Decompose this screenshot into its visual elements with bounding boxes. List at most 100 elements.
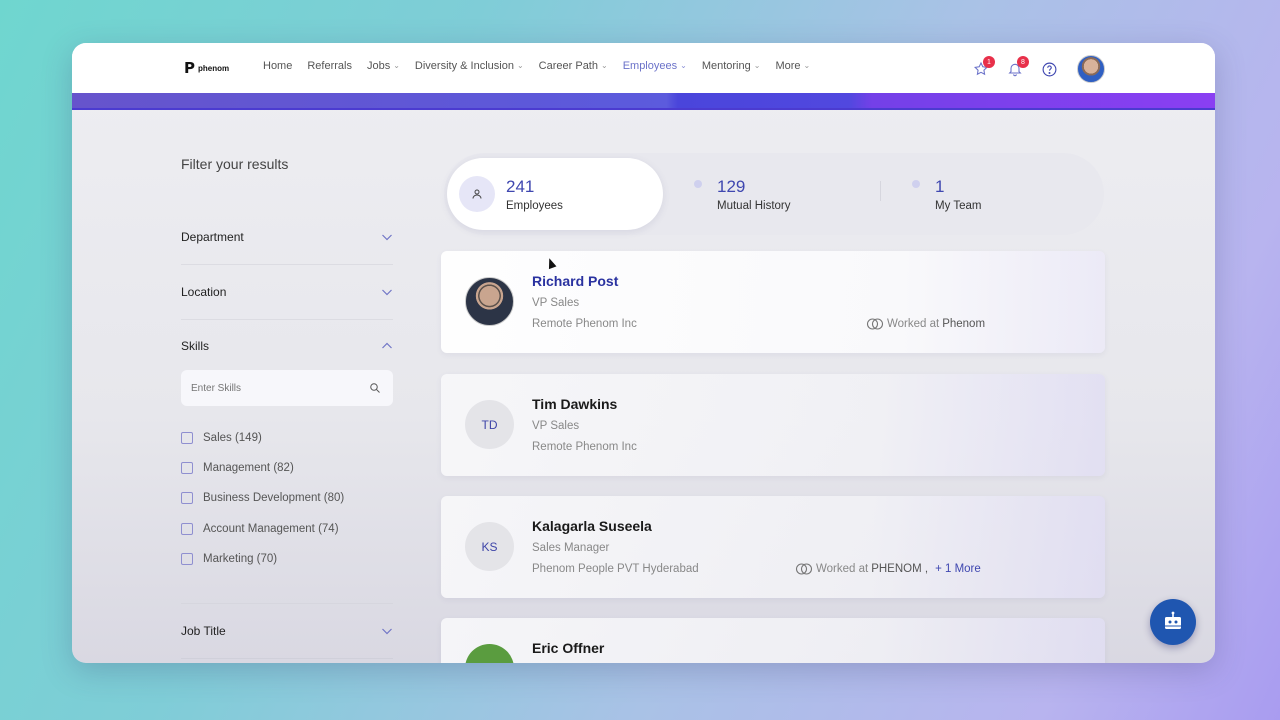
employee-company: Remote Phenom Inc	[532, 441, 637, 453]
saved-jobs-button[interactable]: 1	[971, 56, 995, 80]
phenom-logo[interactable]: P phenom	[184, 59, 229, 77]
nav-label: Diversity & Inclusion	[414, 60, 514, 72]
help-icon	[1042, 62, 1056, 76]
employee-card[interactable]: Richard Post VP Sales Remote Phenom Inc …	[441, 251, 1105, 353]
chevron-up-icon	[382, 342, 392, 349]
nav-menu: Home Referrals Jobs ⌄ Diversity & Inclusi…	[263, 60, 825, 72]
skill-label: Business Development (80)	[203, 492, 345, 505]
nav-item-jobs[interactable]: Jobs ⌄	[367, 60, 400, 72]
chevron-down-icon	[382, 234, 392, 241]
top-navigation: P phenom Home Referrals Jobs ⌄ Diversity …	[72, 43, 1215, 93]
chevron-down-icon: ⌄	[803, 60, 811, 70]
employee-title: VP Sales	[532, 420, 580, 432]
chevron-down-icon	[382, 628, 392, 635]
tab-my-team[interactable]: 1 My Team	[912, 153, 981, 235]
nav-item-mentoring[interactable]: Mentoring ⌄	[702, 60, 761, 72]
nav-item-career-path[interactable]: Career Path ⌄	[539, 60, 608, 72]
skill-option-marketing[interactable]: Marketing (70)	[181, 544, 393, 574]
checkbox[interactable]	[181, 552, 193, 565]
filter-location[interactable]: Location	[181, 265, 393, 320]
employee-card[interactable]: Eric Offner	[441, 618, 1105, 663]
tab-mutual-history[interactable]: 129 Mutual History	[694, 153, 791, 235]
employee-title: VP Sales	[532, 297, 580, 309]
chevron-down-icon: ⌄	[516, 60, 524, 70]
nav-label: Referrals	[307, 60, 352, 72]
nav-label: Home	[263, 60, 293, 72]
employee-name[interactable]: Richard Post	[532, 273, 618, 289]
logo-mark: P	[184, 59, 195, 77]
employee-name[interactable]: Tim Dawkins	[532, 396, 617, 412]
nav-item-referrals[interactable]: Referrals	[307, 60, 352, 72]
filter-label: Location	[181, 285, 227, 299]
skills-search-input[interactable]	[191, 382, 341, 394]
employee-name[interactable]: Kalagarla Suseela	[532, 518, 652, 534]
help-button[interactable]	[1039, 58, 1059, 80]
skill-option-account-management[interactable]: Account Management (74)	[181, 514, 393, 544]
nav-item-diversity-inclusion[interactable]: Diversity & Inclusion ⌄	[415, 60, 524, 72]
worked-org: Phenom	[942, 318, 986, 330]
chevron-down-icon	[382, 289, 392, 296]
user-avatar[interactable]	[1077, 55, 1105, 83]
interlinked-rings-icon	[795, 563, 813, 575]
chevron-down-icon: ⌄	[393, 60, 400, 70]
skill-label: Marketing (70)	[203, 552, 278, 565]
tab-employees[interactable]: 241 Employees	[447, 158, 663, 230]
employee-title: Sales Manager	[532, 542, 610, 554]
checkbox[interactable]	[181, 522, 193, 535]
dot-icon	[912, 180, 920, 188]
checkbox[interactable]	[181, 492, 193, 505]
search-icon[interactable]	[369, 382, 381, 394]
interlinked-rings-icon	[866, 318, 884, 330]
checkbox[interactable]	[181, 432, 193, 445]
skill-option-management[interactable]: Management (82)	[181, 453, 393, 483]
skill-label: Sales (149)	[203, 432, 262, 445]
more-companies-link[interactable]: + 1 More	[935, 563, 981, 575]
employee-avatar	[465, 644, 514, 663]
tab-label: Employees	[506, 199, 563, 212]
worked-at: Worked at PHENOM , + 1 More	[795, 563, 981, 575]
dot-icon	[694, 180, 702, 188]
robot-icon	[1165, 611, 1181, 629]
nav-item-employees[interactable]: Employees ⌄	[623, 60, 687, 72]
chevron-down-icon: ⌄	[680, 60, 687, 70]
worked-at: Worked at Phenom	[866, 318, 985, 330]
tab-count: 129	[717, 176, 746, 196]
nav-item-more[interactable]: More ⌄	[775, 60, 810, 72]
employee-company: Phenom People PVT Hyderabad	[532, 563, 699, 575]
nav-actions: 1 8	[971, 55, 1105, 83]
notifications-button[interactable]: 8	[1005, 56, 1029, 80]
nav-label: Mentoring	[701, 60, 751, 72]
filter-department[interactable]: Department	[181, 210, 393, 265]
tab-label: My Team	[935, 199, 982, 212]
employee-card[interactable]: KS Kalagarla Suseela Sales Manager Pheno…	[441, 496, 1105, 598]
skill-option-sales[interactable]: Sales (149)	[181, 423, 393, 453]
nav-item-home[interactable]: Home	[263, 60, 292, 72]
employee-card[interactable]: TD Tim Dawkins VP Sales Remote Phenom In…	[441, 374, 1105, 476]
skill-label: Management (82)	[203, 462, 294, 475]
skills-search-field	[181, 370, 393, 406]
skill-option-business-development[interactable]: Business Development (80)	[181, 483, 393, 513]
nav-label: More	[775, 60, 801, 72]
logo-text: phenom	[198, 63, 230, 73]
tab-count: 241	[506, 176, 535, 196]
filter-skills: Skills Sales (149) Management (82) Busin…	[181, 320, 393, 604]
employee-initials-avatar: TD	[465, 400, 514, 449]
nav-label: Career Path	[538, 60, 598, 72]
filter-sidebar: Filter your results Department Location …	[181, 143, 393, 659]
skill-label: Account Management (74)	[203, 522, 339, 535]
tab-count: 1	[935, 176, 945, 196]
filter-job-title[interactable]: Job Title	[181, 604, 393, 659]
filter-label: Skills	[181, 339, 210, 353]
checkbox[interactable]	[181, 462, 193, 475]
employee-name[interactable]: Eric Offner	[532, 640, 604, 656]
filter-skills-header[interactable]: Skills	[181, 322, 393, 370]
filter-label: Job Title	[181, 623, 226, 638]
person-icon	[459, 176, 495, 212]
employee-tabs: 241 Employees 129 Mutual History 1 My Te…	[444, 153, 1104, 235]
worked-prefix: Worked at	[887, 318, 940, 330]
chatbot-button[interactable]	[1150, 599, 1196, 645]
worked-prefix: Worked at	[816, 563, 869, 575]
nav-label: Employees	[622, 60, 678, 72]
nav-label: Jobs	[366, 60, 391, 72]
tab-label: Mutual History	[717, 199, 791, 212]
